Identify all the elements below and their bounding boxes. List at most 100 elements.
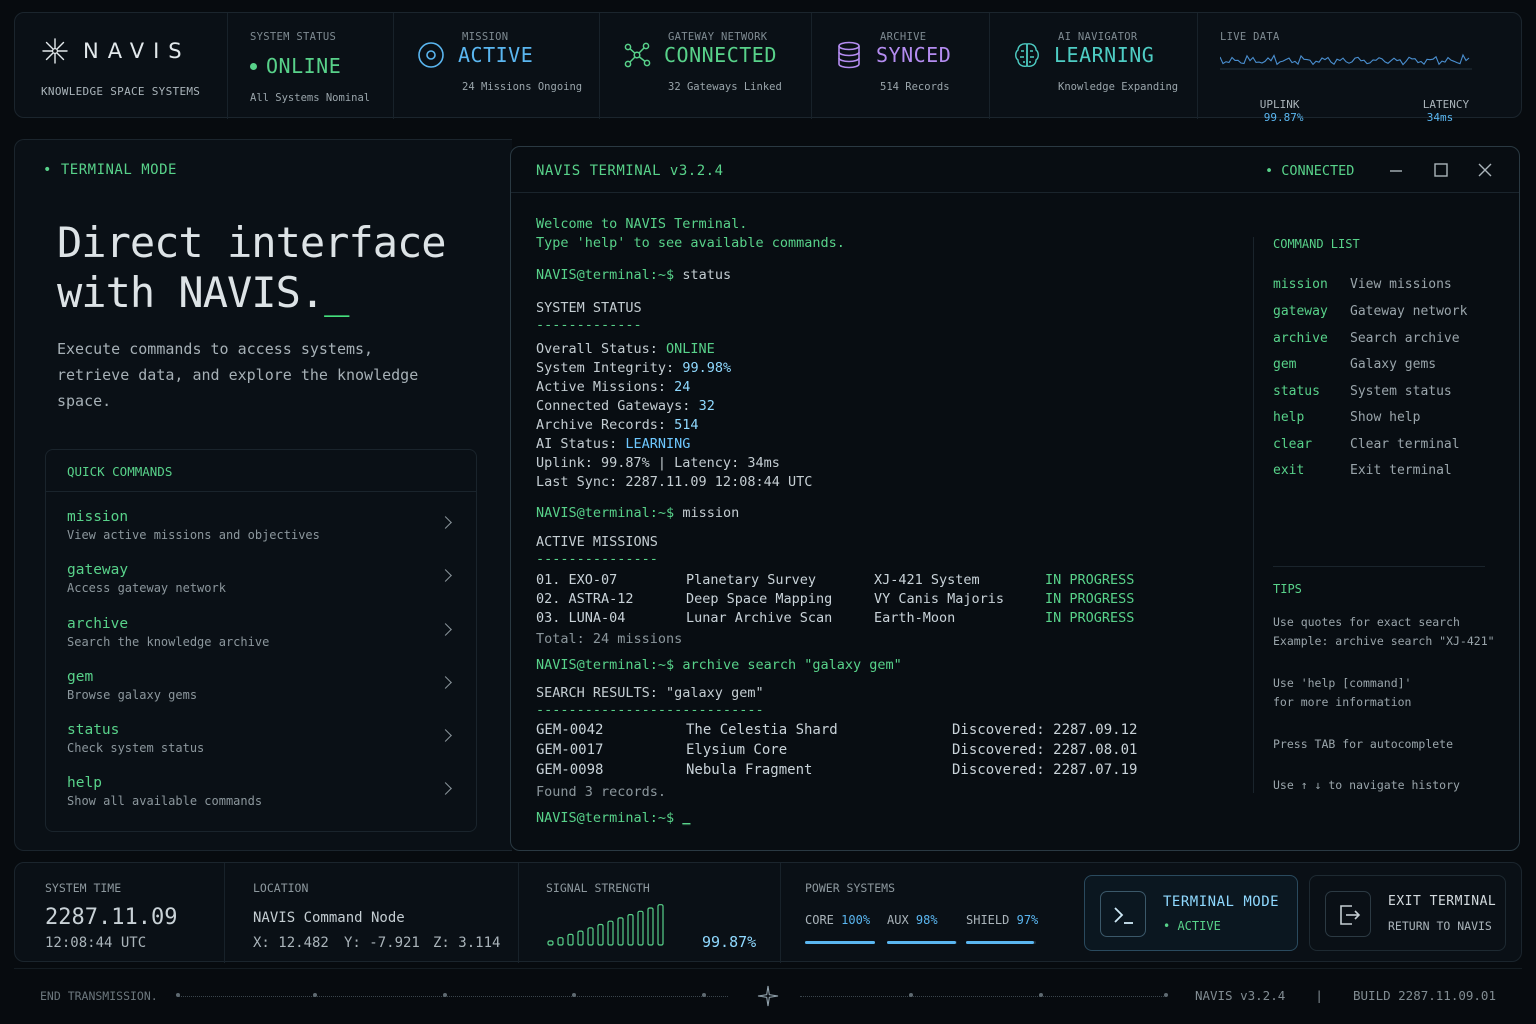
quick-command-gateway[interactable]: gateway Access gateway network — [46, 545, 476, 598]
close-icon[interactable] — [1475, 160, 1495, 180]
power-aux-bar — [887, 941, 957, 944]
gateway-status[interactable]: GATEWAY NETWORK CONNECTED 32 Gateways Li… — [599, 13, 811, 119]
command-list-item[interactable]: status System status — [1273, 384, 1452, 399]
online-dot-icon — [250, 62, 257, 70]
tips-title: TIPS — [1273, 582, 1302, 596]
footer-separator: | — [1315, 988, 1323, 1003]
stat-value: ACTIVE — [458, 43, 534, 67]
brand: NAVIS KNOWLEDGE SPACE SYSTEMS — [41, 37, 221, 98]
hero-line-1: Direct interface — [57, 218, 447, 267]
status-line: AI Status: LEARNING — [536, 436, 691, 452]
command-list-item[interactable]: gateway Gateway network — [1273, 304, 1467, 319]
signal-strength: SIGNAL STRENGTH 99.87% — [519, 863, 781, 963]
stat-label: SYSTEM STATUS — [250, 31, 337, 43]
quick-command-help[interactable]: help Show all available commands — [46, 758, 476, 811]
command-list-item[interactable]: archive Search archive — [1273, 331, 1460, 346]
brand-subtitle: KNOWLEDGE SPACE SYSTEMS — [41, 85, 201, 98]
hero-description: Execute commands to access systems, retr… — [57, 340, 419, 410]
tip: Press TAB for autocomplete — [1273, 737, 1454, 751]
exit-terminal-button[interactable]: EXIT TERMINAL RETURN TO NAVIS — [1309, 875, 1506, 951]
archive-status[interactable]: ARCHIVE SYNCED 514 Records — [811, 13, 989, 119]
command-list-item[interactable]: exit Exit terminal — [1273, 463, 1452, 478]
signal-bars-icon — [547, 904, 664, 946]
terminal-window[interactable]: NAVIS TERMINAL v3.2.4 • CONNECTED Welcom… — [510, 146, 1520, 851]
quick-command-status[interactable]: status Check system status — [46, 705, 476, 758]
coord-x: X: 12.482 — [253, 935, 329, 951]
live-data-label: LIVE DATA — [1220, 31, 1280, 43]
signal-bar — [587, 927, 594, 946]
bottom-status-bar: SYSTEM TIME 2287.11.09 12:08:44 UTC LOCA… — [14, 862, 1522, 963]
terminal-title: NAVIS TERMINAL v3.2.4 — [536, 163, 724, 179]
terminal-cursor: _ — [682, 810, 691, 826]
quick-commands-panel: QUICK COMMANDS mission View active missi… — [45, 449, 477, 832]
command-list-item[interactable]: help Show help — [1273, 410, 1420, 425]
quick-command-name: gateway — [67, 562, 129, 579]
uplink-value: 99.87% — [1263, 111, 1304, 124]
footer-divider-left — [178, 996, 728, 997]
status-line: Overall Status: ONLINE — [536, 341, 715, 357]
quick-command-desc: View active missions and objectives — [67, 528, 320, 542]
active-prompt-line[interactable]: NAVIS@terminal:~$ _ — [536, 810, 690, 826]
system-status[interactable]: SYSTEM STATUS ONLINE All Systems Nominal — [227, 13, 393, 119]
tip: Use 'help [command]' for more information — [1273, 676, 1412, 709]
coord-y: Y: -7.921 — [344, 935, 420, 951]
search-rule: ---------------------------- — [536, 702, 764, 718]
command-list-item[interactable]: clear Clear terminal — [1273, 437, 1460, 452]
quick-command-mission[interactable]: mission View active missions and objecti… — [46, 492, 476, 545]
signal-bar — [617, 917, 624, 946]
stat-sub: Knowledge Expanding — [1058, 81, 1179, 93]
status-line: System Integrity: 99.98% — [536, 360, 732, 376]
location-name: NAVIS Command Node — [253, 910, 405, 926]
prompt: NAVIS@terminal:~$ — [536, 810, 675, 826]
system-time-label: SYSTEM TIME — [45, 881, 122, 895]
status-line: Archive Records: 514 — [536, 417, 699, 433]
quick-command-gem[interactable]: gem Browse galaxy gems — [46, 652, 476, 705]
welcome-help-line: Type 'help' to see available commands. — [536, 235, 845, 251]
stat-sub: 32 Gateways Linked — [668, 81, 782, 93]
status-header: SYSTEM STATUS — [536, 300, 642, 316]
quick-command-desc: Check system status — [67, 741, 205, 756]
tip: Use quotes for exact search Example: arch… — [1273, 615, 1495, 648]
live-data: LIVE DATA UPLINK 99.87% LATENCY 34ms — [1197, 13, 1521, 124]
quick-command-name: help — [67, 775, 102, 792]
system-clock: 12:08:44 UTC — [45, 935, 147, 951]
latency-value: 34ms — [1426, 111, 1454, 124]
prompt-line: NAVIS@terminal:~$ status — [536, 267, 731, 283]
left-panel: • TERMINAL MODE Direct interface with NA… — [14, 139, 512, 851]
terminal-mode-tag: • TERMINAL MODE — [43, 162, 177, 178]
stat-value: ONLINE — [266, 54, 342, 78]
status-line: Active Missions: 24 — [536, 379, 691, 395]
terminal-mode-button[interactable]: TERMINAL MODE • ACTIVE — [1084, 875, 1298, 951]
maximize-icon[interactable] — [1431, 160, 1451, 180]
minimize-icon[interactable] — [1386, 160, 1406, 180]
last-sync-line: Last Sync: 2287.11.09 12:08:44 UTC — [536, 474, 813, 490]
hero-cursor: _ — [324, 268, 349, 317]
top-status-bar: NAVIS KNOWLEDGE SPACE SYSTEMS SYSTEM STA… — [14, 12, 1522, 124]
power-aux: AUX 98% — [887, 913, 938, 927]
power-label: POWER SYSTEMS — [805, 881, 896, 895]
command-list-item[interactable]: gem Galaxy gems — [1273, 357, 1436, 372]
uplink-label: UPLINK — [1259, 98, 1300, 111]
signal-label: SIGNAL STRENGTH — [546, 881, 650, 895]
quick-command-name: archive — [67, 615, 129, 632]
ai-navigator-status[interactable]: AI NAVIGATOR LEARNING Knowledge Expandin… — [989, 13, 1197, 119]
compass-star-icon — [757, 985, 779, 1007]
stat-value: SYNCED — [876, 43, 952, 67]
quick-command-archive[interactable]: archive Search the knowledge archive — [46, 599, 476, 652]
brain-icon — [1015, 43, 1039, 67]
status-rule: ------------- — [536, 317, 642, 333]
prompt-line: NAVIS@terminal:~$ archive search "galaxy… — [536, 657, 902, 673]
exit-terminal-sub: RETURN TO NAVIS — [1388, 919, 1492, 933]
power-core-bar — [805, 941, 875, 944]
command-list-item[interactable]: mission View missions — [1273, 277, 1452, 292]
terminal-mode-sub: • ACTIVE — [1163, 919, 1221, 933]
footer: END TRANSMISSION. NAVIS v3.2.4 | BUILD 2… — [14, 968, 1522, 1020]
power-shield-bar — [966, 941, 1036, 944]
power-core: CORE 100% — [805, 913, 871, 927]
connection-status: • CONNECTED — [1265, 163, 1355, 179]
stat-value: LEARNING — [1054, 43, 1155, 67]
signal-bar — [627, 914, 634, 946]
latency-label: LATENCY — [1422, 98, 1470, 111]
mission-status[interactable]: MISSION ACTIVE 24 Missions Ongoing — [393, 13, 599, 119]
signal-bar — [607, 920, 614, 946]
